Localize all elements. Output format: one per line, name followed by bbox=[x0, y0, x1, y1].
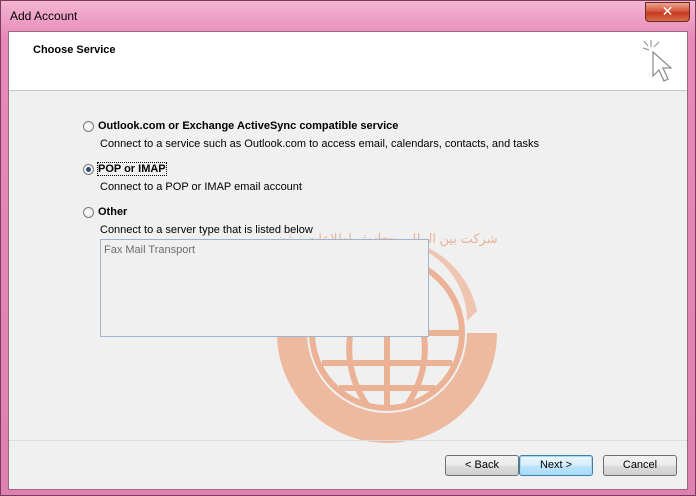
cancel-button[interactable]: Cancel bbox=[603, 455, 677, 476]
back-button[interactable]: < Back bbox=[445, 455, 519, 476]
radio-other[interactable] bbox=[83, 207, 94, 218]
option-desc-other: Connect to a server type that is listed … bbox=[100, 224, 313, 236]
option-label-pop-imap[interactable]: POP or IMAP bbox=[97, 162, 167, 176]
footer-divider bbox=[9, 440, 687, 441]
page-title: Choose Service bbox=[33, 44, 116, 56]
list-item[interactable]: Fax Mail Transport bbox=[104, 244, 195, 256]
window-title: Add Account bbox=[10, 9, 78, 23]
option-label-exchange[interactable]: Outlook.com or Exchange ActiveSync compa… bbox=[98, 120, 398, 132]
add-account-window: Add Account ✕ Choose Service شرکت بین Ou… bbox=[0, 0, 696, 496]
dialog-client-area: Choose Service شرکت بین Outlook.com or E… bbox=[8, 31, 688, 490]
option-label-other[interactable]: Other bbox=[98, 206, 127, 218]
title-bar[interactable]: Add Account ✕ bbox=[1, 1, 695, 31]
header-panel: Choose Service bbox=[9, 32, 687, 91]
option-desc-exchange: Connect to a service such as Outlook.com… bbox=[100, 138, 539, 150]
cursor-sparkle-icon bbox=[642, 40, 673, 82]
option-desc-pop-imap: Connect to a POP or IMAP email account bbox=[100, 181, 302, 193]
close-button[interactable]: ✕ bbox=[645, 2, 690, 22]
next-button[interactable]: Next > bbox=[519, 455, 593, 476]
server-type-list[interactable]: Fax Mail Transport bbox=[100, 239, 429, 337]
radio-pop-imap[interactable] bbox=[83, 164, 94, 175]
radio-exchange-activesync[interactable] bbox=[83, 121, 94, 132]
close-icon: ✕ bbox=[661, 4, 674, 20]
